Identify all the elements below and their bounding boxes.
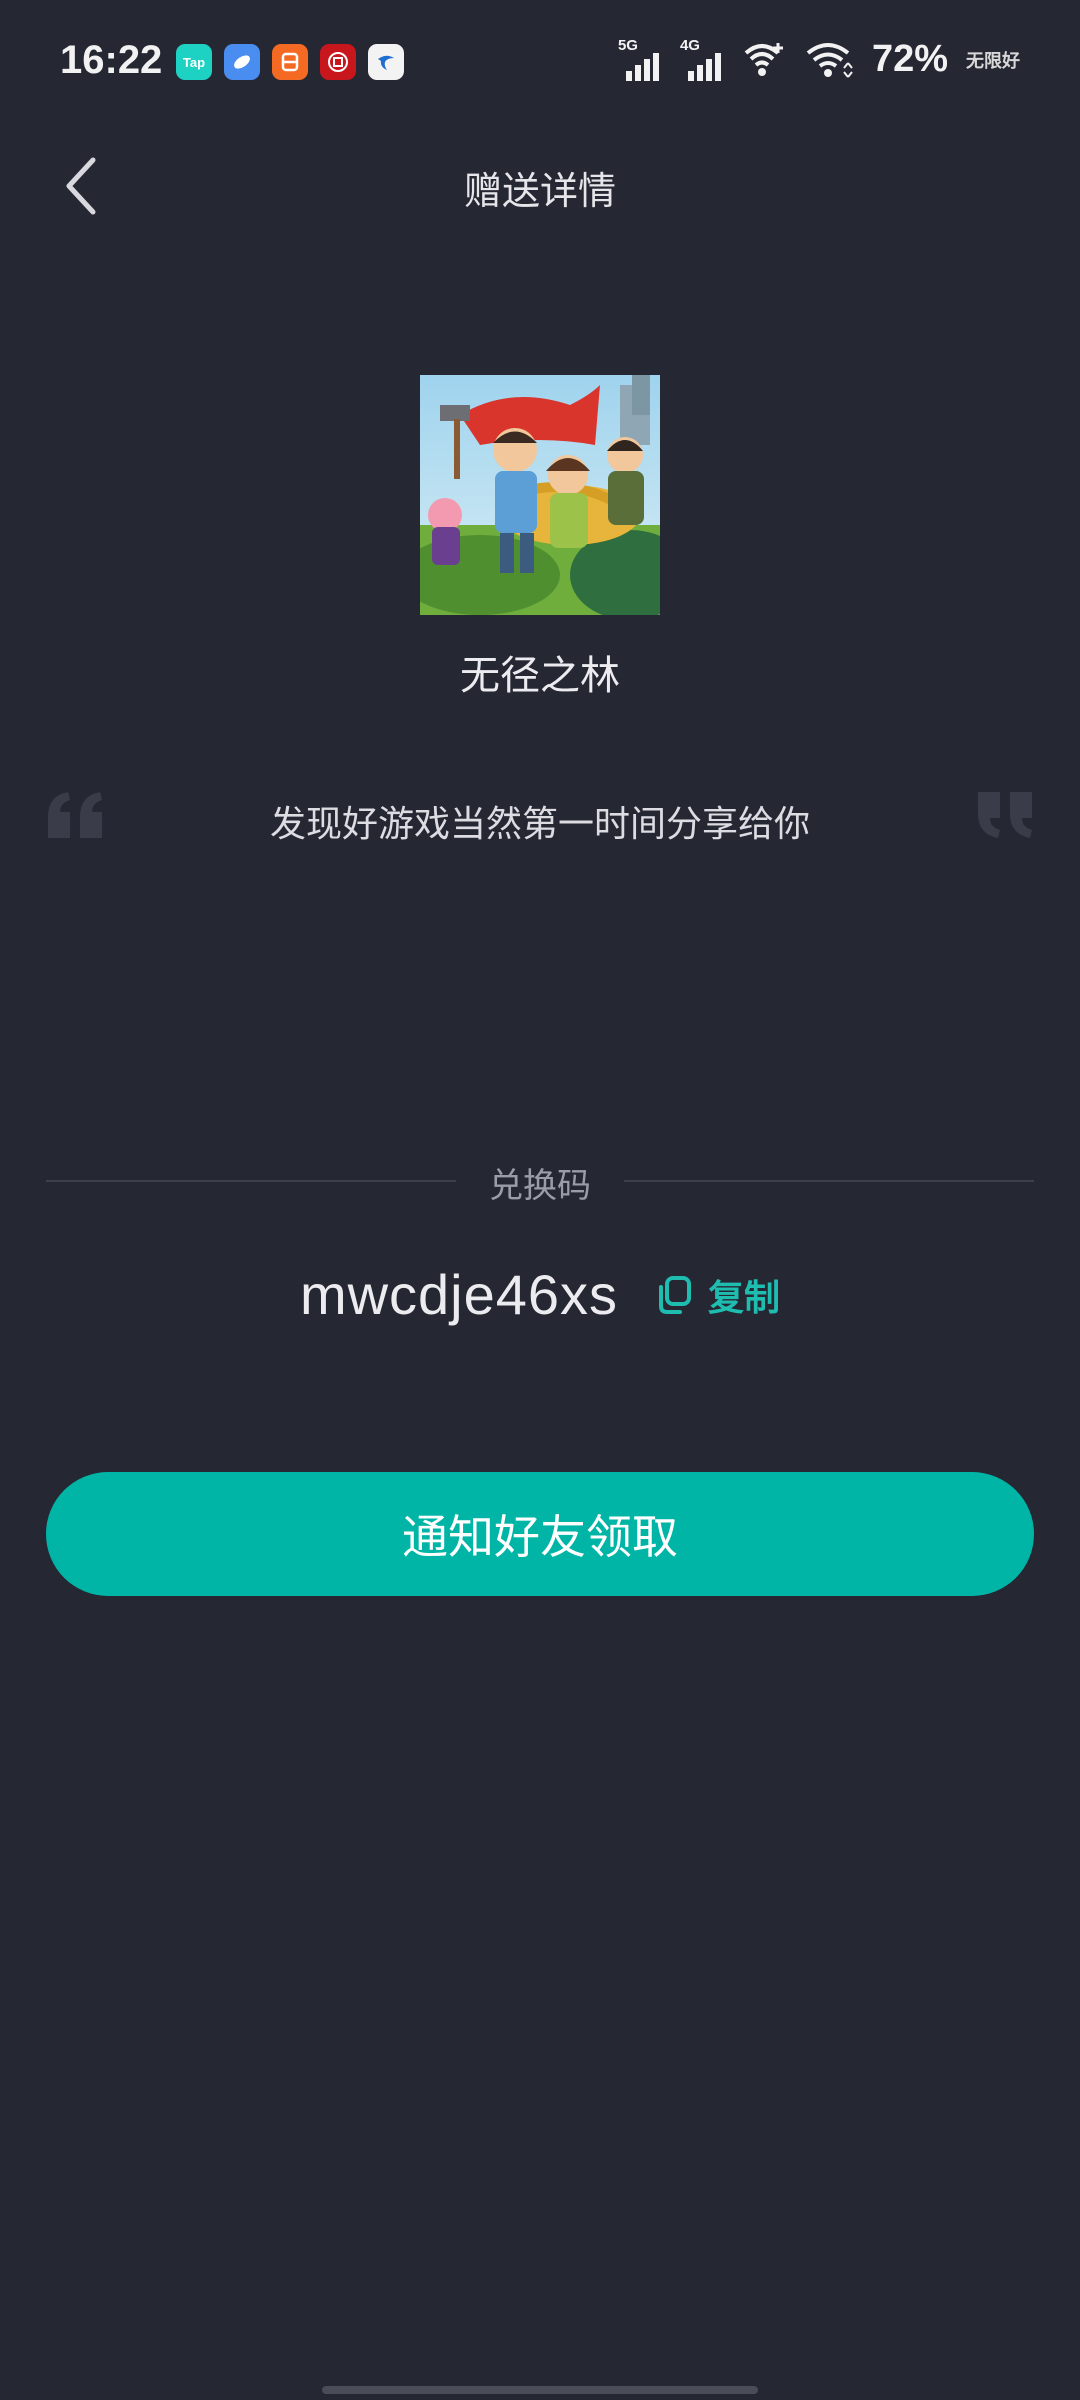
taptap-icon: Tap [176, 44, 212, 80]
wifi-plus-icon [742, 41, 786, 79]
bank-icon [320, 44, 356, 80]
taobao-special-icon [272, 44, 308, 80]
copy-button[interactable]: 复制 [656, 1269, 780, 1321]
signal-4g-tag: 4G [679, 36, 700, 54]
browser-icon [224, 44, 260, 80]
notification-app-icons: Tap [176, 44, 404, 80]
carrier-label: 无限好 [966, 50, 1020, 71]
battery-percentage: 72% [871, 38, 948, 80]
gesture-bar[interactable] [322, 2386, 758, 2394]
divider-right [624, 1180, 1034, 1182]
redeem-code-value: mwcdje46xs [299, 1263, 619, 1326]
close-quote-icon [972, 790, 1036, 844]
taptap-icon-label: Tap [182, 54, 206, 70]
share-message: 发现好游戏当然第一时间分享给你 [269, 804, 810, 845]
page-title: 赠送详情 [463, 169, 616, 213]
signal-4g-icon: 4G [679, 36, 724, 81]
divider-left [46, 1180, 456, 1182]
redeem-code-row: mwcdje46xs 复制 [0, 1262, 1080, 1327]
copy-label: 复制 [708, 1277, 781, 1319]
game-cover-image [420, 375, 660, 615]
wifi-icon [804, 41, 854, 79]
notify-friend-button[interactable]: 通知好友领取 [46, 1472, 1034, 1596]
game-name: 无径之林 [460, 653, 620, 699]
china-telecom-icon [368, 44, 404, 80]
status-bar: 16:22 Tap 5G 4G 72% 无限好 [0, 0, 1080, 120]
copy-icon [659, 1275, 692, 1314]
status-indicators: 5G 4G 72% 无限好 [617, 36, 1020, 81]
signal-5g-icon: 5G [617, 36, 662, 81]
status-time: 16:22 [60, 38, 163, 82]
redeem-code-label: 兑换码 [489, 1166, 591, 1206]
signal-5g-tag: 5G [617, 36, 638, 54]
